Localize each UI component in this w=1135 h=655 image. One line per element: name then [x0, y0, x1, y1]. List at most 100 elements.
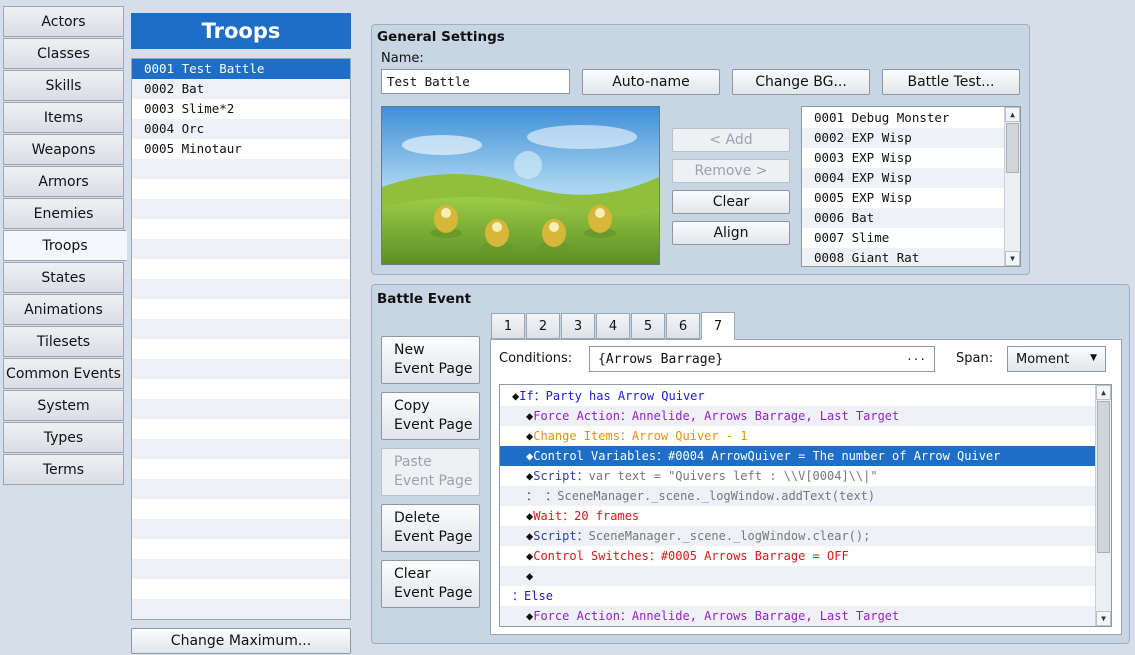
scroll-down-icon[interactable]: ▼ [1005, 251, 1020, 266]
troop-list[interactable]: 0001 Test Battle 0002 Bat 0003 Slime*2 0004… [131, 58, 351, 620]
nav-tab-common-events[interactable]: Common Events [3, 358, 124, 389]
troop-list-item[interactable] [132, 479, 350, 499]
tab-page-6[interactable]: 6 [666, 313, 700, 339]
copy-event-page-button[interactable]: Copy Event Page [381, 392, 480, 440]
enemy-list-item[interactable]: 0004 EXP Wisp [802, 168, 1020, 188]
nav-tab-types[interactable]: Types [3, 422, 124, 453]
enemy-list-item[interactable]: 0003 EXP Wisp [802, 148, 1020, 168]
event-command-line[interactable]: ◆Script：SceneManager._scene._logWindow.c… [500, 526, 1111, 546]
add-enemy-button[interactable]: < Add [672, 128, 790, 152]
ellipsis-icon[interactable]: ... [906, 350, 926, 363]
enemy-list-item[interactable]: 0008 Giant Rat [802, 248, 1020, 266]
nav-tab-animations[interactable]: Animations [3, 294, 124, 325]
scroll-thumb[interactable] [1006, 123, 1019, 173]
troop-list-item[interactable] [132, 159, 350, 179]
nav-tab-skills[interactable]: Skills [3, 70, 124, 101]
event-command-line[interactable]: ◆Script：var text = "Quivers left : \\V[0… [500, 466, 1111, 486]
nav-tab-enemies[interactable]: Enemies [3, 198, 124, 229]
event-command-line[interactable]: ◆Control Switches：#0005 Arrows Barrage =… [500, 546, 1111, 566]
event-command-list[interactable]: ◆If：Party has Arrow Quiver ◆Force Action：… [499, 384, 1112, 627]
event-command-line[interactable]: ◆Control Variables：#0004 ArrowQuiver = T… [500, 445, 1111, 467]
event-list-scrollbar[interactable]: ▲ ▼ [1095, 385, 1111, 626]
span-select[interactable]: Moment ▼ [1007, 346, 1106, 372]
tab-page-3[interactable]: 3 [561, 313, 595, 339]
chevron-down-icon: ▼ [1090, 353, 1097, 363]
troop-list-item[interactable] [132, 539, 350, 559]
nav-tab-armors[interactable]: Armors [3, 166, 124, 197]
new-event-page-button[interactable]: New Event Page [381, 336, 480, 384]
troop-list-item[interactable]: 0005 Minotaur [132, 139, 350, 159]
troop-list-item[interactable] [132, 499, 350, 519]
troop-list-item[interactable] [132, 559, 350, 579]
enemy-list-item[interactable]: 0006 Bat [802, 208, 1020, 228]
nav-tab-tilesets[interactable]: Tilesets [3, 326, 124, 357]
tab-page-5[interactable]: 5 [631, 313, 665, 339]
troop-list-item[interactable] [132, 419, 350, 439]
troop-list-item[interactable] [132, 299, 350, 319]
event-command-line[interactable]: ◆Force Action：Annelide, Arrows Barrage, … [500, 606, 1111, 626]
troop-list-item[interactable] [132, 459, 350, 479]
troop-list-item[interactable] [132, 259, 350, 279]
troop-list-item[interactable] [132, 519, 350, 539]
nav-tab-troops[interactable]: Troops [3, 230, 127, 261]
auto-name-button[interactable]: Auto-name [582, 69, 720, 95]
troop-list-item[interactable] [132, 359, 350, 379]
clear-event-page-button[interactable]: Clear Event Page [381, 560, 480, 608]
battle-test-button[interactable]: Battle Test... [882, 69, 1020, 95]
troop-list-item[interactable] [132, 439, 350, 459]
troop-list-item[interactable] [132, 199, 350, 219]
nav-tab-items[interactable]: Items [3, 102, 124, 133]
nav-tab-weapons[interactable]: Weapons [3, 134, 124, 165]
troop-list-item[interactable]: 0004 Orc [132, 119, 350, 139]
enemy-list-item[interactable]: 0002 EXP Wisp [802, 128, 1020, 148]
name-field[interactable]: Test Battle [381, 69, 570, 94]
remove-enemy-button[interactable]: Remove > [672, 159, 790, 183]
enemy-list-scrollbar[interactable]: ▲ ▼ [1004, 107, 1020, 266]
align-enemies-button[interactable]: Align [672, 221, 790, 245]
troop-list-item[interactable] [132, 599, 350, 619]
event-command-line[interactable]: ： ：SceneManager._scene._logWindow.addTex… [500, 486, 1111, 506]
scroll-up-icon[interactable]: ▲ [1005, 107, 1020, 122]
event-command-line[interactable]: ◆Force Action：Annelide, Arrows Barrage, … [500, 406, 1111, 426]
troop-list-item[interactable] [132, 279, 350, 299]
troop-list-item[interactable] [132, 319, 350, 339]
event-command-line[interactable]: ◆If：Party has Arrow Quiver [500, 386, 1111, 406]
troop-list-item[interactable] [132, 239, 350, 259]
nav-tab-system[interactable]: System [3, 390, 124, 421]
troop-list-item[interactable] [132, 579, 350, 599]
troop-list-item[interactable] [132, 219, 350, 239]
enemy-list[interactable]: 0001 Debug Monster 0002 EXP Wisp 0003 EXP … [801, 106, 1021, 267]
nav-tab-classes[interactable]: Classes [3, 38, 124, 69]
scroll-up-icon[interactable]: ▲ [1096, 385, 1111, 400]
event-command-line[interactable]: ：Else [500, 586, 1111, 606]
troop-list-item[interactable] [132, 339, 350, 359]
nav-tab-actors[interactable]: Actors [3, 6, 124, 37]
scroll-down-icon[interactable]: ▼ [1096, 611, 1111, 626]
troop-list-item[interactable]: 0001 Test Battle [132, 59, 350, 79]
scroll-thumb[interactable] [1097, 401, 1110, 553]
troop-list-item[interactable] [132, 379, 350, 399]
clear-enemies-button[interactable]: Clear [672, 190, 790, 214]
tab-page-2[interactable]: 2 [526, 313, 560, 339]
tab-page-7[interactable]: 7 [701, 312, 735, 340]
event-command-line[interactable]: ◆ [500, 566, 1111, 586]
enemy-list-item[interactable]: 0005 EXP Wisp [802, 188, 1020, 208]
event-command-line[interactable]: ◆Wait：20 frames [500, 506, 1111, 526]
troop-list-item[interactable]: 0003 Slime*2 [132, 99, 350, 119]
nav-tab-states[interactable]: States [3, 262, 124, 293]
troop-list-item[interactable] [132, 399, 350, 419]
nav-tab-terms[interactable]: Terms [3, 454, 124, 485]
enemy-list-item[interactable]: 0001 Debug Monster [802, 108, 1020, 128]
troop-preview[interactable] [381, 106, 660, 265]
paste-event-page-button[interactable]: Paste Event Page [381, 448, 480, 496]
enemy-list-item[interactable]: 0007 Slime [802, 228, 1020, 248]
conditions-field[interactable]: {Arrows Barrage} ... [589, 346, 935, 372]
troop-list-item[interactable] [132, 179, 350, 199]
tab-page-1[interactable]: 1 [491, 313, 525, 339]
delete-event-page-button[interactable]: Delete Event Page [381, 504, 480, 552]
tab-page-4[interactable]: 4 [596, 313, 630, 339]
event-command-line[interactable]: ◆Change Items：Arrow Quiver - 1 [500, 426, 1111, 446]
troop-list-item[interactable]: 0002 Bat [132, 79, 350, 99]
change-bg-button[interactable]: Change BG... [732, 69, 870, 95]
change-maximum-button[interactable]: Change Maximum... [131, 628, 351, 654]
